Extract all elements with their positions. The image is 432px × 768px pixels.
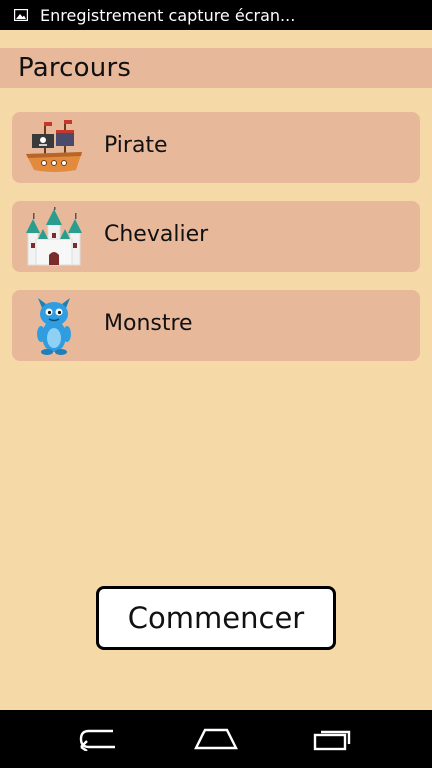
back-icon[interactable]	[69, 719, 129, 759]
status-notification-text: Enregistrement capture écran...	[40, 5, 296, 25]
course-label: Pirate	[104, 133, 168, 158]
recents-icon[interactable]	[303, 719, 363, 759]
start-button[interactable]: Commencer	[96, 586, 336, 650]
status-bar: Enregistrement capture écran...	[0, 0, 432, 30]
course-label: Monstre	[104, 311, 193, 336]
course-item-monstre[interactable]: Monstre	[12, 290, 420, 361]
image-icon	[14, 9, 28, 21]
castle-icon	[24, 207, 84, 267]
course-item-chevalier[interactable]: Chevalier	[12, 201, 420, 272]
monster-icon	[24, 296, 84, 356]
header-bar: Parcours	[0, 48, 432, 88]
pirate-ship-icon	[24, 118, 84, 178]
course-item-pirate[interactable]: Pirate	[12, 112, 420, 183]
system-nav-bar	[0, 710, 432, 768]
app-content: Parcours Pirate Chevalier Monstre Commen…	[0, 30, 432, 710]
course-label: Chevalier	[104, 222, 209, 247]
page-title: Parcours	[18, 53, 132, 83]
home-icon[interactable]	[186, 719, 246, 759]
